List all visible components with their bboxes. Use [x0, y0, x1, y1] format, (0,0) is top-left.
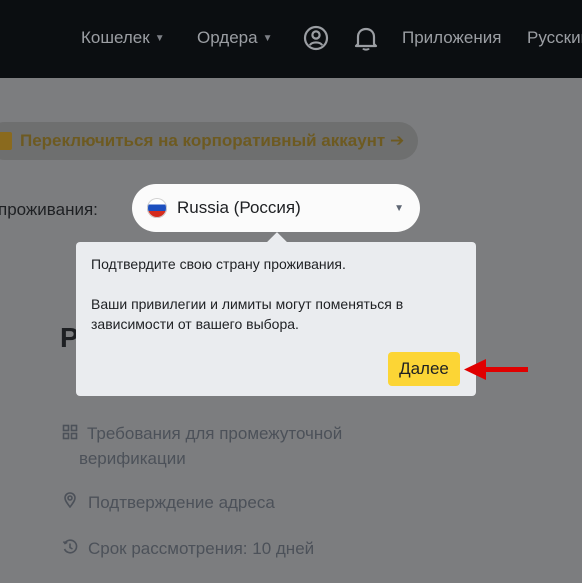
profile-icon[interactable]: [302, 24, 330, 52]
nav-apps-label: Приложения: [402, 28, 502, 47]
top-nav-bar: Кошелек ▼ Ордера ▼ Приложения Русский: [0, 0, 582, 78]
nav-wallet-label: Кошелек: [81, 28, 150, 47]
bell-icon[interactable]: [352, 24, 380, 52]
chevron-down-icon: ▼: [154, 32, 165, 44]
popover-description: Ваши привилегии и лимиты могут поменятьс…: [91, 296, 404, 332]
nav-language[interactable]: Русский: [527, 28, 582, 48]
russia-flag-icon: [147, 198, 167, 218]
confirm-country-popover: Подтвердите свою страну проживания. Ваши…: [76, 232, 476, 396]
chevron-down-icon: ▼: [394, 203, 404, 214]
nav-orders[interactable]: Ордера ▼: [197, 28, 272, 48]
requirement-item-intermediate-cont: верификации: [79, 449, 186, 468]
clock-icon: [62, 539, 78, 554]
country-select[interactable]: Russia (Россия) ▼: [132, 184, 420, 232]
switch-corporate-account-label: Переключиться на корпоративный аккаунт ➔: [20, 131, 405, 150]
popover-pointer: [267, 232, 287, 252]
nav-orders-label: Ордера: [197, 28, 258, 47]
switch-corporate-account-link[interactable]: Переключиться на корпоративный аккаунт ➔: [0, 122, 418, 160]
residence-label: проживания:: [0, 200, 98, 219]
location-pin-icon: [64, 492, 76, 508]
chevron-down-icon: ▼: [262, 32, 273, 44]
next-button[interactable]: Далее: [388, 352, 460, 386]
country-select-value: Russia (Россия): [177, 198, 301, 217]
requirement-item-review-time: Срок рассмотрения: 10 дней: [88, 539, 315, 558]
nav-apps[interactable]: Приложения: [402, 28, 501, 48]
requirement-item-intermediate: Требования для промежуточной: [87, 424, 343, 443]
requirement-item-address: Подтверждение адреса: [88, 493, 275, 512]
briefcase-icon: [0, 132, 12, 150]
annotation-arrow-icon: [464, 359, 528, 380]
grid-icon: [62, 424, 78, 440]
nav-language-label: Русский: [527, 28, 582, 47]
nav-wallet[interactable]: Кошелек ▼: [81, 28, 165, 48]
popover-title: Подтвердите свою страну проживания.: [91, 256, 346, 272]
